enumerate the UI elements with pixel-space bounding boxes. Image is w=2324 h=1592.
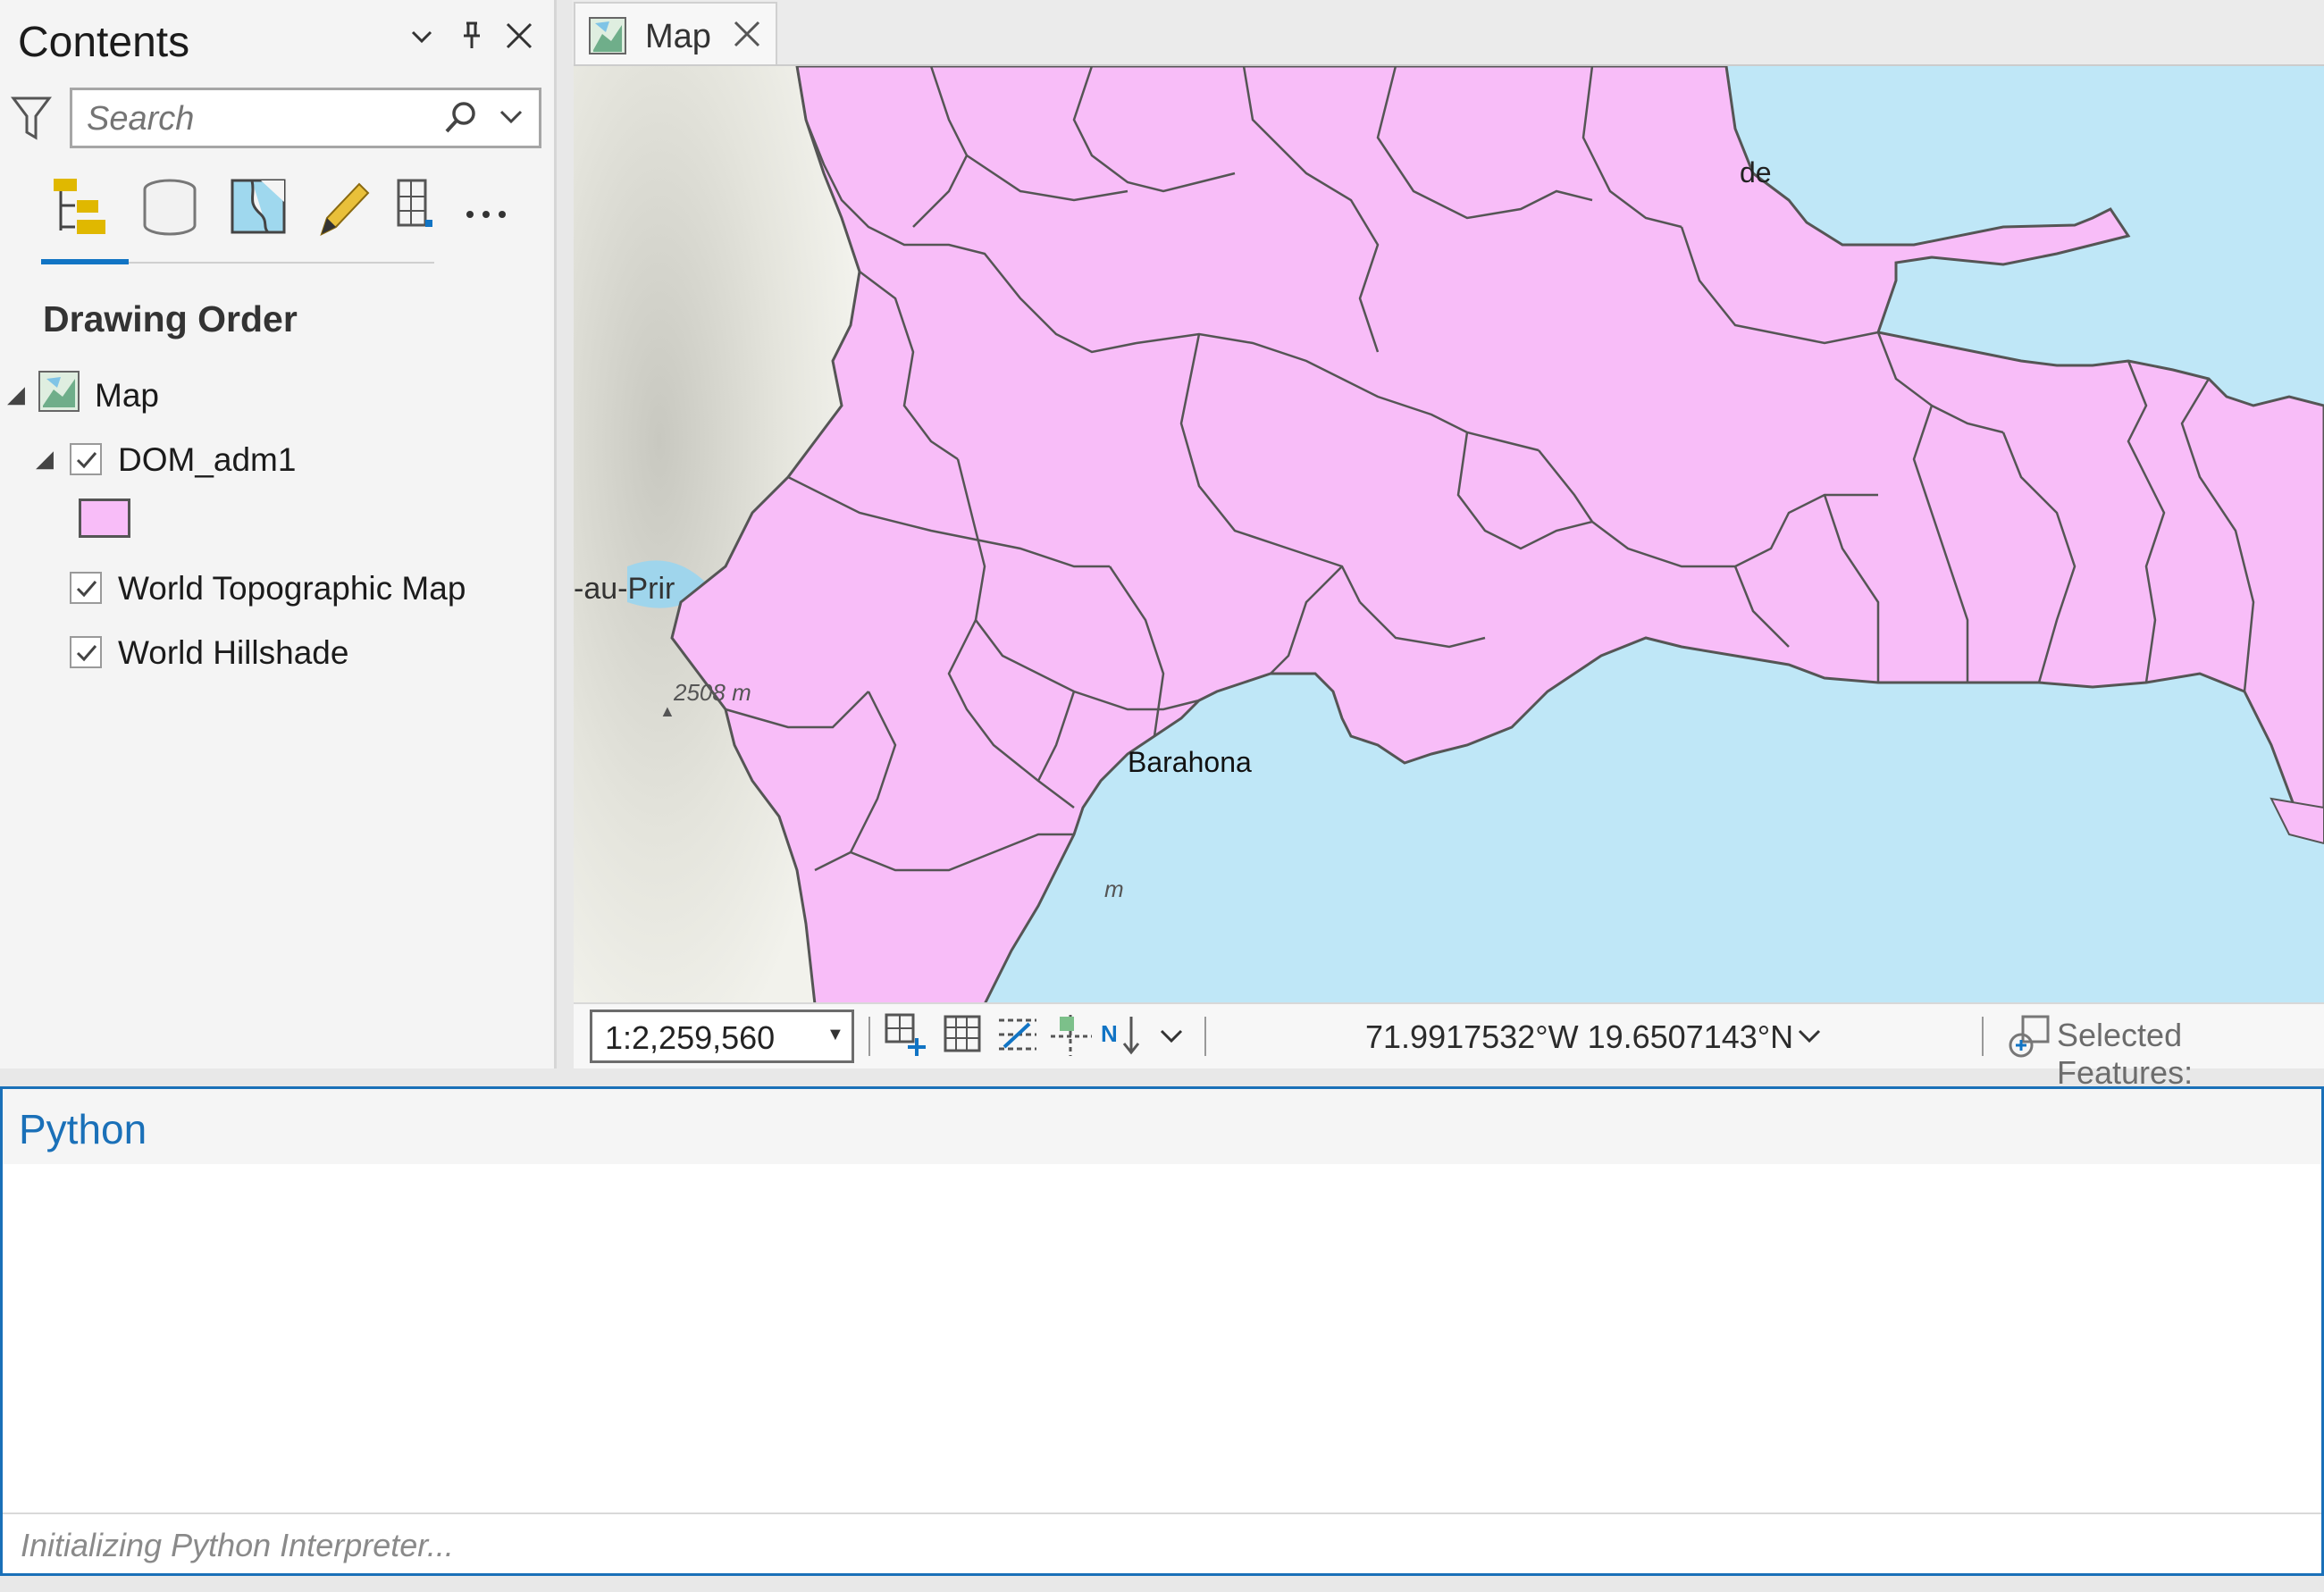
map-view[interactable]: de -au-Prir 2508 m ▲ Barahona m (574, 64, 2324, 1004)
map-label-elevation: 2508 m (673, 679, 751, 706)
coordinate-readout: 71.9917532°W 19.6507143°N (1365, 1018, 1794, 1055)
world-topographic-checkbox[interactable] (70, 572, 102, 604)
grid-icon[interactable] (940, 1011, 988, 1060)
search-input[interactable] (85, 97, 446, 140)
status-divider (868, 1017, 870, 1056)
world-hillshade-checkbox[interactable] (70, 636, 102, 668)
map-tab-bar (572, 0, 2324, 64)
search-icon[interactable] (442, 99, 480, 141)
scale-selector[interactable]: 1:2,259,560 ▼ (590, 1010, 854, 1063)
snapping-icon[interactable] (994, 1011, 1042, 1060)
filter-icon[interactable] (11, 95, 52, 147)
list-by-snapping-icon[interactable] (393, 175, 456, 243)
contents-pane: Contents Search Drawing Order ◢ Map ◢ DO… (0, 0, 557, 1068)
python-input-status[interactable]: Initializing Python Interpreter... (21, 1527, 454, 1564)
map-label-city: Barahona (1128, 746, 1252, 778)
selected-features-icon[interactable] (2005, 1013, 2053, 1066)
north-arrow-icon[interactable]: N (1099, 1011, 1147, 1060)
more-tools-chevron-icon[interactable] (1158, 1026, 1185, 1052)
tab-map[interactable]: Map (574, 2, 777, 66)
map-status-bar: 1:2,259,560 ▼ N 71.9917532°W 19.6507143°… (574, 1002, 2324, 1091)
peak-marker-icon: ▲ (659, 702, 675, 720)
dom-adm1-checkbox[interactable] (70, 443, 102, 475)
pin-icon[interactable] (457, 20, 486, 61)
python-output-area[interactable] (3, 1164, 2321, 1511)
fixed-zoom-icon[interactable] (883, 1011, 931, 1060)
python-title: Python (19, 1106, 147, 1152)
python-pane: Python Initializing Python Interpreter..… (0, 1086, 2324, 1576)
list-by-drawing-order-icon[interactable] (48, 175, 111, 243)
map-label-m: m (1104, 876, 1124, 902)
layer-map-label[interactable]: Map (95, 377, 159, 415)
map-tab-icon (588, 16, 627, 60)
list-by-editing-icon[interactable] (313, 175, 375, 243)
chevron-down-icon[interactable] (407, 20, 436, 60)
map-layer-icon (38, 370, 80, 417)
status-divider-2 (1204, 1017, 1206, 1056)
expand-dom-adm1-icon[interactable]: ◢ (36, 445, 54, 473)
map-label-place-1: de (1740, 156, 1772, 189)
active-tab-indicator (41, 259, 129, 264)
close-map-tab-icon[interactable] (733, 20, 761, 53)
layer-world-hillshade-label[interactable]: World Hillshade (118, 634, 348, 672)
list-by-data-source-icon[interactable] (139, 175, 202, 243)
map-label-place-2: -au-Prir (574, 572, 675, 606)
layer-world-topographic-label[interactable]: World Topographic Map (118, 570, 466, 607)
map-canvas[interactable]: de -au-Prir 2508 m ▲ Barahona m (574, 66, 2324, 1004)
contents-title: Contents (18, 19, 190, 66)
more-options-icon[interactable] (465, 207, 509, 226)
status-divider-3 (1982, 1017, 1984, 1056)
constraints-icon[interactable] (1047, 1011, 1095, 1060)
python-title-bar (3, 1089, 2321, 1164)
expand-map-icon[interactable]: ◢ (7, 381, 25, 408)
search-field[interactable] (70, 88, 541, 148)
map-tab-label: Map (645, 18, 711, 55)
layer-dom-adm1-label[interactable]: DOM_adm1 (118, 441, 296, 479)
svg-text:N: N (1101, 1020, 1118, 1047)
python-input-divider (3, 1512, 2321, 1514)
drawing-order-heading: Drawing Order (43, 298, 298, 339)
search-options-chevron-icon[interactable] (498, 106, 524, 132)
coordinate-format-chevron-icon[interactable] (1796, 1026, 1823, 1052)
selected-features-label[interactable]: Selected Features: (2057, 1017, 2324, 1092)
close-icon[interactable] (504, 20, 534, 60)
dom-adm1-symbol-swatch[interactable] (79, 499, 130, 538)
list-by-selection-icon[interactable] (229, 175, 291, 243)
scale-value: 1:2,259,560 (605, 1019, 776, 1056)
scale-dropdown-icon[interactable]: ▼ (826, 1025, 844, 1045)
